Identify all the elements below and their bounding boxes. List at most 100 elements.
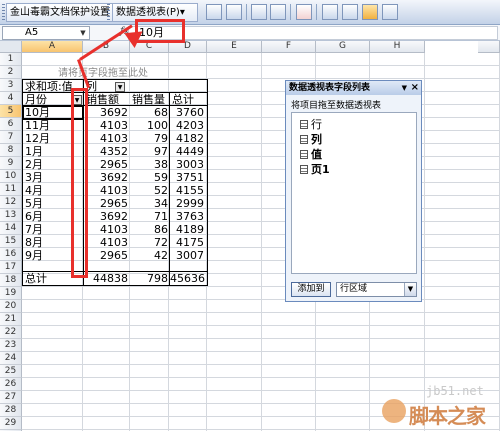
- add-to-button[interactable]: 添加到: [291, 282, 331, 297]
- row-header[interactable]: 1: [0, 53, 22, 66]
- row-header[interactable]: 16: [0, 248, 22, 261]
- formula-bar: A5 ▼ fx 10月: [0, 25, 500, 41]
- field-label: 值: [311, 148, 322, 161]
- row-header[interactable]: 22: [0, 326, 22, 339]
- field-icon: [300, 150, 308, 159]
- field-label: 页1: [311, 163, 330, 176]
- toolbar: 金山毒霸文档保护设置 数据透视表(P)▾: [0, 0, 500, 25]
- show-detail-icon[interactable]: [270, 4, 286, 20]
- row-header[interactable]: 10: [0, 170, 22, 183]
- grid-line: [424, 53, 425, 431]
- row-header[interactable]: 4: [0, 92, 22, 105]
- hide-detail-icon[interactable]: [251, 4, 267, 20]
- grid-line: [22, 312, 500, 313]
- row-header[interactable]: 29: [0, 417, 22, 430]
- field-item-column[interactable]: 列: [300, 133, 322, 147]
- column-header[interactable]: H: [370, 41, 425, 53]
- column-header[interactable]: E: [207, 41, 262, 53]
- grid-line: [22, 286, 500, 287]
- column-header[interactable]: A: [22, 41, 83, 53]
- grid-line: [22, 377, 500, 378]
- document-protect-button[interactable]: 金山毒霸文档保护设置: [6, 3, 114, 22]
- column-header[interactable]: G: [316, 41, 370, 53]
- row-header[interactable]: 20: [0, 300, 22, 313]
- toolbar-options-icon[interactable]: [382, 4, 398, 20]
- panel-title-bar[interactable]: 数据透视表字段列表 ▼ ×: [286, 81, 421, 95]
- close-icon[interactable]: ×: [411, 81, 419, 95]
- toolbar-separator: [246, 4, 247, 20]
- row-header[interactable]: 24: [0, 352, 22, 365]
- field-icon: [300, 120, 308, 129]
- row-header[interactable]: 7: [0, 131, 22, 144]
- format-report-icon[interactable]: [206, 4, 222, 20]
- row-header[interactable]: 9: [0, 157, 22, 170]
- row-header[interactable]: 6: [0, 118, 22, 131]
- row-header[interactable]: 14: [0, 222, 22, 235]
- name-box[interactable]: A5 ▼: [2, 26, 90, 40]
- watermark-brand: 脚本之家: [409, 404, 486, 428]
- row-header[interactable]: 13: [0, 209, 22, 222]
- toolbar-separator: [290, 4, 291, 20]
- row-header[interactable]: 8: [0, 144, 22, 157]
- toolbar-grip[interactable]: [2, 4, 5, 20]
- pivot-field-list-panel: 数据透视表字段列表 ▼ × 将项目拖至数据透视表 行 列 值 页1 添加到 行区…: [285, 80, 422, 302]
- column-header[interactable]: F: [262, 41, 316, 53]
- column-header[interactable]: [478, 41, 500, 53]
- field-label: 行: [311, 118, 322, 131]
- area-select[interactable]: 行区域 ▼: [336, 282, 417, 297]
- row-header[interactable]: 18: [0, 274, 22, 287]
- row-header[interactable]: 15: [0, 235, 22, 248]
- grid-line: [22, 325, 500, 326]
- row-header[interactable]: 11: [0, 183, 22, 196]
- panel-hint: 将项目拖至数据透视表: [291, 101, 382, 111]
- pivot-divider: [22, 92, 208, 93]
- grid-line: [22, 338, 500, 339]
- name-box-value: A5: [25, 27, 39, 38]
- row-header[interactable]: 21: [0, 313, 22, 326]
- row-header[interactable]: 23: [0, 339, 22, 352]
- field-label: 列: [311, 133, 322, 146]
- watermark-url: jb51.net: [426, 384, 484, 398]
- grid-line: [22, 65, 500, 66]
- chevron-down-icon[interactable]: ▼: [404, 283, 416, 296]
- field-item-page1[interactable]: 页1: [300, 163, 330, 177]
- grid-line: [261, 53, 262, 431]
- field-item-value[interactable]: 值: [300, 148, 322, 162]
- toolbar-separator: [316, 4, 317, 20]
- grid-line: [22, 299, 500, 300]
- field-list-icon[interactable]: [342, 4, 358, 20]
- row-header[interactable]: 25: [0, 365, 22, 378]
- panel-title: 数据透视表字段列表: [289, 83, 371, 93]
- field-item-row[interactable]: 行: [300, 118, 322, 132]
- panel-menu-icon[interactable]: ▼: [402, 81, 407, 95]
- chevron-down-icon: ▾: [179, 7, 185, 18]
- pivot-table-menu-label: 数据透视表(P): [116, 7, 180, 18]
- row-header[interactable]: 27: [0, 391, 22, 404]
- row-header[interactable]: 5: [0, 105, 22, 118]
- row-header[interactable]: 12: [0, 196, 22, 209]
- select-all-corner[interactable]: [0, 41, 22, 53]
- table-options-icon[interactable]: [362, 4, 378, 20]
- row-header[interactable]: 28: [0, 404, 22, 417]
- area-select-value: 行区域: [340, 284, 368, 294]
- chevron-down-icon[interactable]: ▼: [78, 27, 88, 39]
- grid-line: [22, 429, 500, 430]
- chart-wizard-icon[interactable]: [226, 4, 242, 20]
- row-header[interactable]: 19: [0, 287, 22, 300]
- toolbar-grip[interactable]: [107, 4, 110, 20]
- annotation-highlight-row-items: [71, 88, 88, 278]
- refresh-icon[interactable]: [296, 4, 312, 20]
- watermark-logo-icon: [382, 399, 406, 423]
- field-list-area: 行 列 值 页1: [291, 112, 417, 274]
- grid-line: [22, 351, 500, 352]
- pivot-divider: [22, 271, 208, 272]
- row-header[interactable]: 2: [0, 66, 22, 79]
- row-header[interactable]: 3: [0, 79, 22, 92]
- pivot-divider: [169, 92, 170, 286]
- field-icon: [300, 165, 308, 174]
- field-settings-icon[interactable]: [322, 4, 338, 20]
- field-icon: [300, 135, 308, 144]
- row-header[interactable]: 17: [0, 261, 22, 274]
- grid-line: [22, 364, 500, 365]
- row-header[interactable]: 26: [0, 378, 22, 391]
